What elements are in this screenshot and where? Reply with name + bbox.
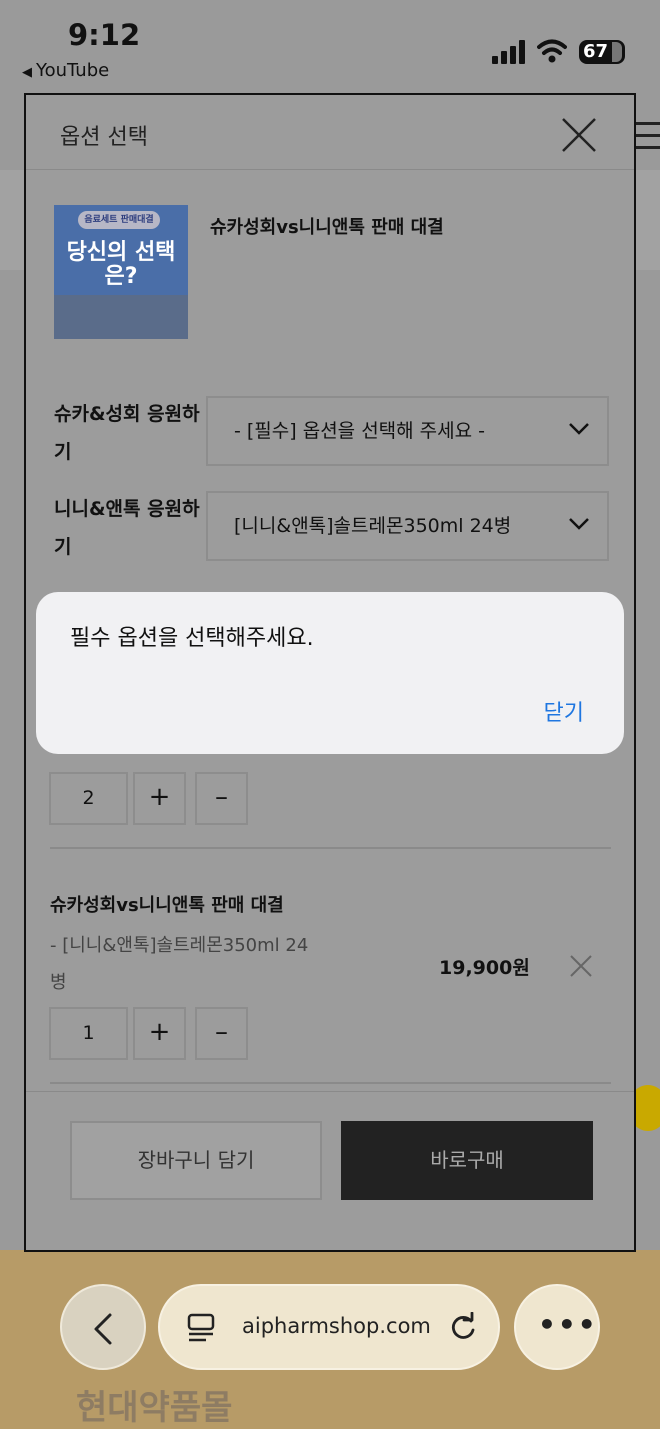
sheet-header: 옵션 선택 bbox=[26, 95, 634, 170]
alert-message: 필수 옵션을 선택해주세요. bbox=[70, 626, 314, 651]
page-menu-icon[interactable] bbox=[186, 1312, 216, 1342]
product-thumbnail: 음료세트 판매대결 당신의 선택은? bbox=[54, 205, 188, 339]
battery-level: 67 bbox=[583, 41, 609, 62]
selected-item-price: 19,900원 bbox=[439, 957, 530, 979]
decrease-button-1[interactable]: – bbox=[195, 772, 248, 825]
option-label-2: 니니&앤톡 응원하기 bbox=[54, 498, 200, 558]
alert-dialog: 필수 옵션을 선택해주세요. 닫기 bbox=[36, 592, 624, 754]
chevron-down-icon bbox=[569, 423, 589, 435]
alert-close-button[interactable]: 닫기 bbox=[544, 695, 584, 727]
add-to-cart-button[interactable]: 장바구니 담기 bbox=[70, 1121, 322, 1200]
more-dots-icon: ••• bbox=[538, 1308, 598, 1341]
background-logo: 현대약품몰 bbox=[76, 1388, 233, 1428]
back-triangle-icon: ◀ bbox=[22, 65, 32, 80]
option-label-1: 슈카&성회 응원하기 bbox=[54, 403, 200, 463]
quantity-input-1[interactable]: 2 bbox=[49, 772, 128, 825]
option-select-2-value: [니니&앤톡]솔트레몬350ml 24병 bbox=[234, 515, 512, 537]
option-select-2[interactable]: [니니&앤톡]솔트레몬350ml 24병 bbox=[206, 491, 609, 561]
back-app-label: YouTube bbox=[36, 60, 110, 81]
status-bar: 9:12 ◀ YouTube 67 bbox=[0, 0, 660, 90]
product-name: 슈카성회vs니니앤톡 판매 대결 bbox=[210, 217, 444, 238]
address-bar[interactable]: aipharmshop.com bbox=[158, 1284, 500, 1370]
more-options-button[interactable]: ••• bbox=[514, 1284, 600, 1370]
sheet-title: 옵션 선택 bbox=[60, 125, 148, 150]
chevron-left-icon bbox=[94, 1313, 112, 1345]
browser-back-button[interactable] bbox=[60, 1284, 146, 1370]
quantity-input-2[interactable]: 1 bbox=[49, 1007, 128, 1060]
wifi-icon bbox=[537, 39, 567, 63]
item-divider bbox=[50, 1082, 611, 1084]
selected-item-option: - [니니&앤톡]솔트레몬350ml 24병 bbox=[50, 935, 309, 993]
remove-item-icon[interactable] bbox=[569, 954, 593, 978]
footer-divider bbox=[26, 1091, 634, 1092]
decrease-button-2[interactable]: – bbox=[195, 1007, 248, 1060]
url-text: aipharmshop.com bbox=[242, 1314, 431, 1338]
hamburger-menu-icon bbox=[636, 122, 660, 154]
close-icon[interactable] bbox=[559, 115, 599, 155]
increase-button-2[interactable]: + bbox=[133, 1007, 186, 1060]
cellular-signal-icon bbox=[492, 40, 525, 64]
battery-icon: 67 bbox=[579, 40, 625, 64]
thumbnail-headline: 당신의 선택은? bbox=[66, 240, 176, 289]
item-divider bbox=[50, 847, 611, 849]
selected-item-name: 슈카성회vs니니앤톡 판매 대결 bbox=[50, 895, 284, 916]
thumbnail-banner-text: 음료세트 판매대결 bbox=[78, 211, 160, 229]
status-time: 9:12 bbox=[68, 18, 141, 52]
reload-icon[interactable] bbox=[447, 1312, 479, 1344]
thumbnail-people-image bbox=[54, 295, 188, 339]
option-select-1[interactable]: - [필수] 옵션을 선택해 주세요 - bbox=[206, 396, 609, 466]
chevron-down-icon bbox=[569, 518, 589, 530]
buy-now-button[interactable]: 바로구매 bbox=[341, 1121, 593, 1200]
increase-button-1[interactable]: + bbox=[133, 772, 186, 825]
option-select-1-value: - [필수] 옵션을 선택해 주세요 - bbox=[234, 420, 486, 442]
back-to-app-link[interactable]: ◀ YouTube bbox=[22, 60, 109, 81]
